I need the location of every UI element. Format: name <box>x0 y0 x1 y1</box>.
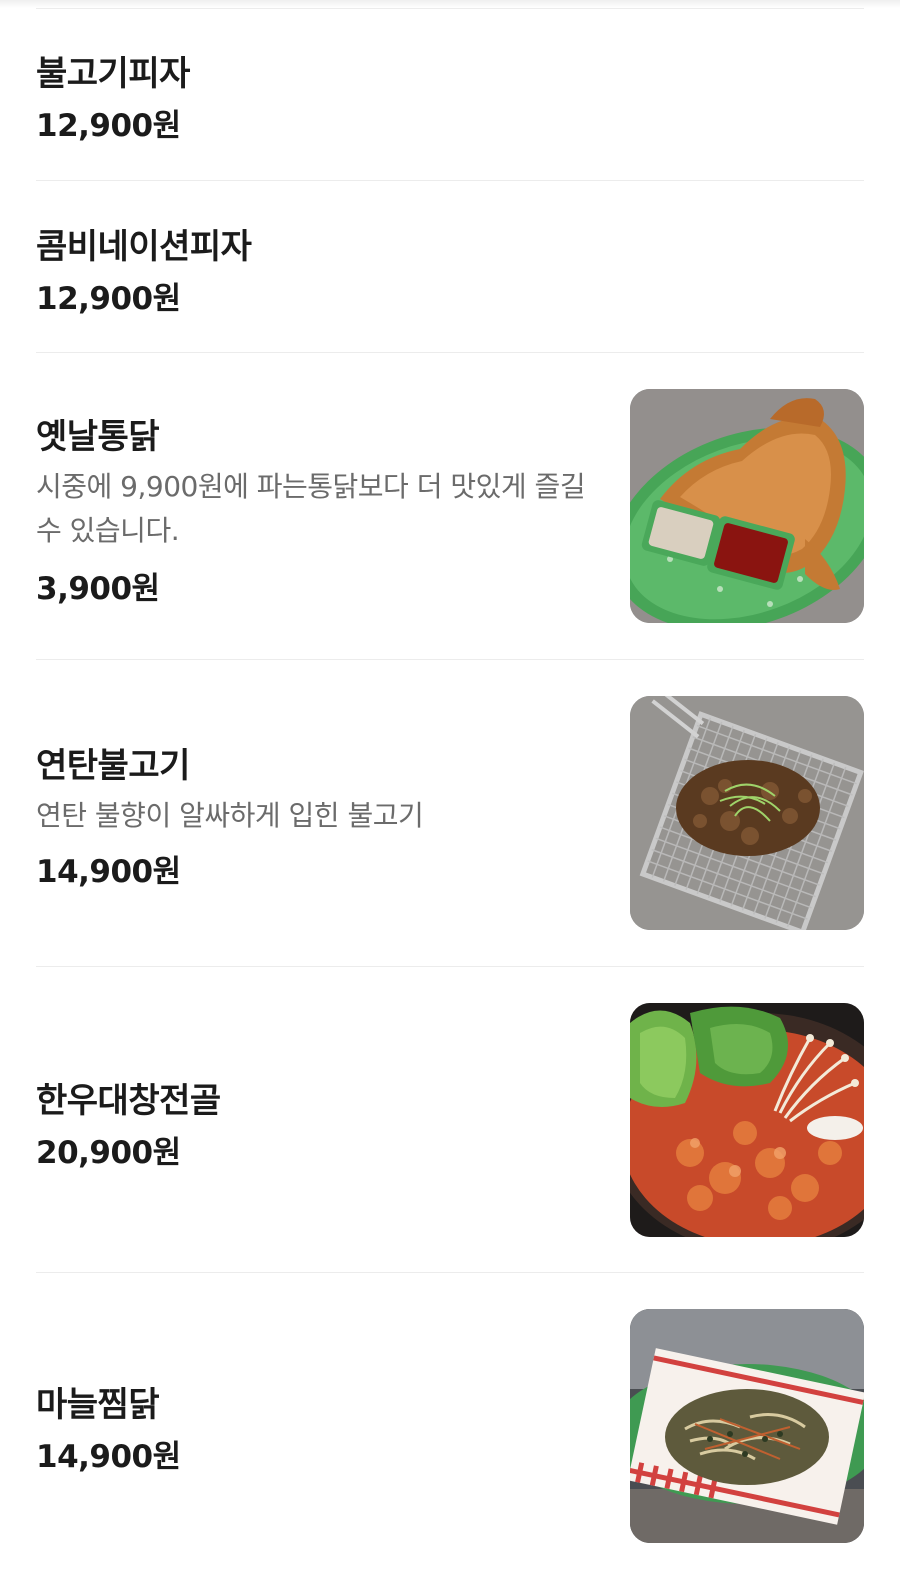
menu-item-name: 옛날통닭 <box>36 417 160 457</box>
garlic-braised-chicken-photo[interactable] <box>630 1309 864 1543</box>
menu-item-price: 3,900원 <box>36 571 160 607</box>
menu-item-combination-pizza[interactable]: 콤비네이션피자 12,900원 <box>36 181 864 352</box>
whole-fried-chicken-photo[interactable] <box>630 389 864 623</box>
beef-intestine-hotpot-photo[interactable] <box>630 1003 864 1237</box>
menu-item-price: 14,900원 <box>36 854 181 890</box>
menu-item-name: 불고기피자 <box>36 54 190 94</box>
menu-item-name: 마늘찜닭 <box>36 1385 160 1425</box>
menu-item-name: 콤비네이션피자 <box>36 227 252 267</box>
menu-item-old-style-chicken[interactable]: 옛날통닭 시중에 9,900원에 파는통닭보다 더 맛있게 즐길수 있습니다. … <box>36 353 864 659</box>
grilled-bulgogi-photo[interactable] <box>630 696 864 930</box>
menu-item-hanwoo-daechang-jeongol[interactable]: 한우대창전골 20,900원 <box>36 967 864 1272</box>
menu-item-briquette-bulgogi[interactable]: 연탄불고기 연탄 불향이 알싸하게 입힌 불고기 14,900원 <box>36 660 864 966</box>
menu-item-name: 한우대창전골 <box>36 1081 221 1121</box>
menu-item-description: 시중에 9,900원에 파는통닭보다 더 맛있게 즐길수 있습니다. <box>36 470 586 547</box>
menu-item-price: 12,900원 <box>36 108 181 144</box>
menu-item-description: 연탄 불향이 알싸하게 입힌 불고기 <box>36 799 424 832</box>
menu-item-price: 12,900원 <box>36 281 181 317</box>
menu-item-price: 14,900원 <box>36 1439 181 1475</box>
menu-item-price: 20,900원 <box>36 1135 181 1171</box>
menu-item-name: 연탄불고기 <box>36 746 190 786</box>
menu-item-bulgogi-pizza[interactable]: 불고기피자 12,900원 <box>36 8 864 180</box>
top-edge-shadow <box>0 0 900 8</box>
menu-item-garlic-jjimdak[interactable]: 마늘찜닭 14,900원 <box>36 1273 864 1569</box>
